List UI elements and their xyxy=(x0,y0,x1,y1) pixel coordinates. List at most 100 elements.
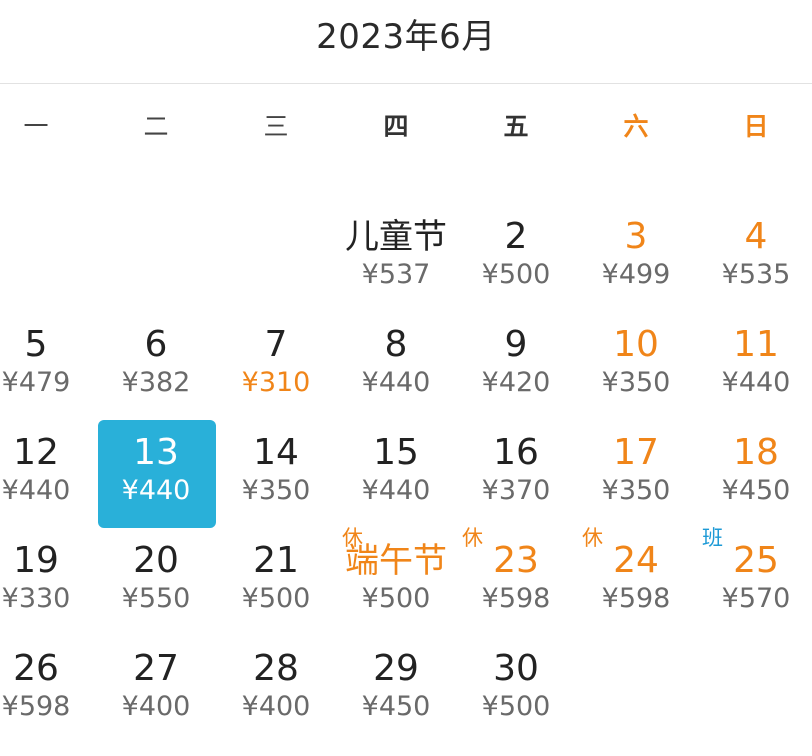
day-cell[interactable]: 9 ¥420 xyxy=(456,312,576,420)
day-price: ¥499 xyxy=(601,259,671,290)
calendar-grid: 儿童节 ¥537 2 ¥500 3 ¥499 4 ¥535 5 ¥479 6 ¥382 7 ¥310 8 ¥4… xyxy=(0,204,812,744)
day-number: 16 xyxy=(493,432,539,473)
day-price: ¥310 xyxy=(241,367,311,398)
day-cell[interactable]: 15 ¥440 xyxy=(336,420,456,528)
day-number: 12 xyxy=(13,432,59,473)
day-price: ¥450 xyxy=(721,475,791,506)
day-number: 9 xyxy=(504,324,528,365)
day-cell[interactable]: 12 ¥440 xyxy=(0,420,96,528)
day-number: 10 xyxy=(613,324,659,365)
weekday-sat: 六 xyxy=(623,112,649,141)
day-price: ¥350 xyxy=(241,475,311,506)
day-cell[interactable]: 8 ¥440 xyxy=(336,312,456,420)
day-cell[interactable]: 7 ¥310 xyxy=(216,312,336,420)
day-number: 儿童节 xyxy=(345,217,447,257)
day-number: 27 xyxy=(133,648,179,689)
day-price: ¥400 xyxy=(121,691,191,722)
day-number: 14 xyxy=(253,432,299,473)
weekday-fri: 五 xyxy=(503,112,529,141)
day-price: ¥370 xyxy=(481,475,551,506)
day-price: ¥440 xyxy=(1,475,71,506)
day-number: 19 xyxy=(13,540,59,581)
day-number: 17 xyxy=(613,432,659,473)
day-price: ¥500 xyxy=(361,583,431,614)
weekday-mon: 一 xyxy=(23,112,49,141)
day-price: ¥500 xyxy=(481,691,551,722)
day-price: ¥330 xyxy=(1,583,71,614)
day-price: ¥382 xyxy=(121,367,191,398)
day-cell[interactable]: 19 ¥330 xyxy=(0,528,96,636)
day-number: 24 xyxy=(613,540,659,581)
day-price: ¥450 xyxy=(361,691,431,722)
day-price: ¥535 xyxy=(721,259,791,290)
day-price: ¥400 xyxy=(241,691,311,722)
day-number: 3 xyxy=(624,216,648,257)
day-price: ¥440 xyxy=(121,475,191,506)
weekday-header-row: 一 二 三 四 五 六 日 xyxy=(0,102,788,152)
day-price: ¥350 xyxy=(601,367,671,398)
day-price: ¥570 xyxy=(721,583,791,614)
day-cell[interactable]: 休 23 ¥598 xyxy=(456,526,576,636)
day-price: ¥350 xyxy=(601,475,671,506)
day-number: 23 xyxy=(493,540,539,581)
day-cell[interactable]: 18 ¥450 xyxy=(696,420,812,528)
day-number: 18 xyxy=(733,432,779,473)
weekday-sun: 日 xyxy=(743,112,769,141)
day-number: 5 xyxy=(24,324,48,365)
day-cell[interactable]: 2 ¥500 xyxy=(456,204,576,312)
day-price: ¥420 xyxy=(481,367,551,398)
weekday-thu: 四 xyxy=(383,112,409,141)
day-cell[interactable]: 20 ¥550 xyxy=(96,528,216,636)
day-price: ¥440 xyxy=(721,367,791,398)
day-cell[interactable]: 30 ¥500 xyxy=(456,636,576,744)
day-price: ¥598 xyxy=(481,583,551,614)
day-price: ¥550 xyxy=(121,583,191,614)
day-number: 11 xyxy=(733,324,779,365)
weekday-tue: 二 xyxy=(143,112,169,141)
day-cell[interactable]: 3 ¥499 xyxy=(576,204,696,312)
calendar-header: 2023年6月 xyxy=(0,0,812,84)
day-number: 15 xyxy=(373,432,419,473)
day-number: 28 xyxy=(253,648,299,689)
day-cell[interactable]: 4 ¥535 xyxy=(696,204,812,312)
day-cell[interactable]: 14 ¥350 xyxy=(216,420,336,528)
day-number: 21 xyxy=(253,540,299,581)
day-price: ¥537 xyxy=(361,259,431,290)
day-price: ¥500 xyxy=(241,583,311,614)
day-number: 8 xyxy=(384,324,408,365)
month-title: 2023年6月 xyxy=(316,17,496,57)
day-cell[interactable]: 儿童节 ¥537 xyxy=(336,204,456,312)
day-price: ¥440 xyxy=(361,475,431,506)
day-number: 26 xyxy=(13,648,59,689)
day-cell[interactable]: 11 ¥440 xyxy=(696,312,812,420)
day-price: ¥479 xyxy=(1,367,71,398)
day-cell[interactable]: 21 ¥500 xyxy=(216,528,336,636)
day-price: ¥598 xyxy=(1,691,71,722)
day-cell[interactable]: 6 ¥382 xyxy=(96,312,216,420)
day-cell-selected[interactable]: 13 ¥440 xyxy=(96,420,216,528)
day-price: ¥598 xyxy=(601,583,671,614)
day-cell[interactable]: 班 25 ¥570 xyxy=(696,526,812,636)
day-number: 4 xyxy=(744,216,768,257)
day-number: 25 xyxy=(733,540,779,581)
day-number: 2 xyxy=(504,216,528,257)
day-number: 13 xyxy=(133,432,179,473)
day-cell[interactable]: 26 ¥598 xyxy=(0,636,96,744)
day-cell[interactable]: 16 ¥370 xyxy=(456,420,576,528)
day-cell[interactable]: 17 ¥350 xyxy=(576,420,696,528)
day-number: 29 xyxy=(373,648,419,689)
day-price: ¥500 xyxy=(481,259,551,290)
day-cell[interactable]: 27 ¥400 xyxy=(96,636,216,744)
day-cell[interactable]: 5 ¥479 xyxy=(0,312,96,420)
day-number: 30 xyxy=(493,648,539,689)
day-number: 20 xyxy=(133,540,179,581)
day-number: 7 xyxy=(264,324,288,365)
day-cell[interactable]: 28 ¥400 xyxy=(216,636,336,744)
day-number: 端午节 xyxy=(345,541,447,581)
day-price: ¥440 xyxy=(361,367,431,398)
day-cell[interactable]: 休 24 ¥598 xyxy=(576,526,696,636)
day-cell[interactable]: 29 ¥450 xyxy=(336,636,456,744)
day-cell[interactable]: 休端午节 ¥500 xyxy=(336,526,456,636)
day-number: 6 xyxy=(144,324,168,365)
day-cell[interactable]: 10 ¥350 xyxy=(576,312,696,420)
